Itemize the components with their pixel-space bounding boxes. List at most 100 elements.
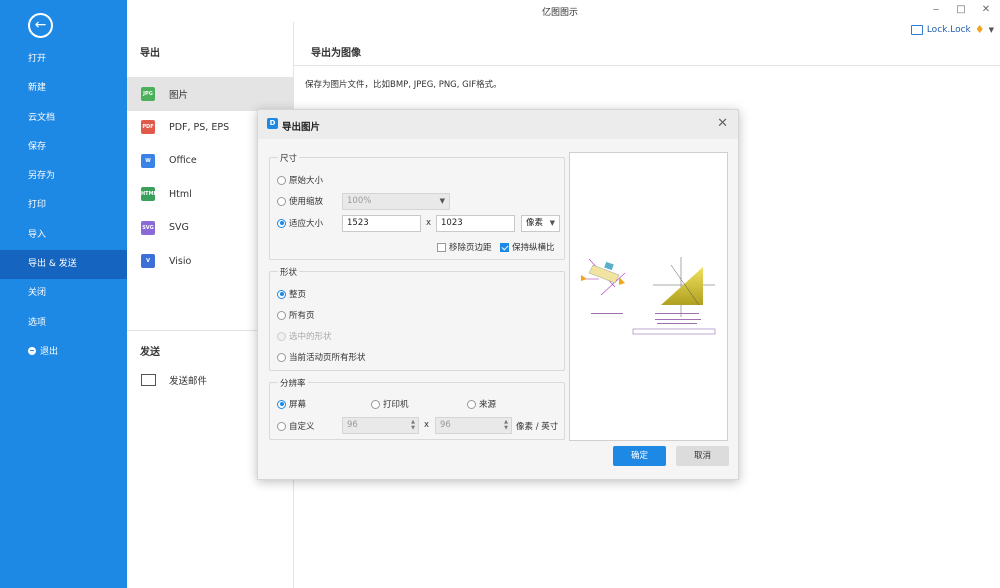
send-heading: 发送 — [140, 347, 160, 358]
dropdown-arrow-icon: ▼ — [549, 219, 555, 227]
sidebar-item-exit-label: 退出 — [40, 346, 59, 357]
selected-shapes-option: 选中的形状 — [277, 330, 332, 342]
sidebar-item-exit[interactable]: 退出 — [0, 338, 127, 367]
radio[interactable] — [277, 175, 286, 185]
checkbox[interactable] — [437, 242, 446, 252]
sidebar-nav: 打开 新建 云文档 保存 另存为 打印 导入 导出 & 发送 关闭 选项 退出 — [0, 45, 127, 367]
send-mail-item[interactable]: 发送邮件 — [141, 373, 207, 387]
diamond-icon: ♦ — [974, 23, 985, 36]
zoom-select[interactable]: 100% ▼ — [342, 193, 450, 210]
format-label: Office — [169, 155, 197, 167]
caret-down-icon[interactable]: ▼ — [989, 26, 994, 34]
cancel-button[interactable]: 取消 — [676, 446, 729, 466]
spinner-arrows-icon: ▲ ▼ — [411, 419, 415, 431]
jpg-file-icon: JPG — [141, 86, 155, 101]
sidebar-item-new[interactable]: 新建 — [0, 74, 127, 103]
current-page-shapes-option[interactable]: 当前活动页所有形状 — [277, 351, 366, 363]
shape-group-label: 形状 — [278, 266, 300, 278]
dpi-x-stepper[interactable]: 96 ▲ ▼ — [342, 417, 419, 434]
resolution-group: 分辨率 屏幕 打印机 来源 自定义 96 ▲ ▼ x 96 ▲ ▼ 像素 / 英寸 — [269, 377, 565, 440]
app-logo-icon: D — [267, 118, 278, 129]
radio-selected[interactable] — [277, 399, 286, 409]
unit-select[interactable]: 像素 ▼ — [521, 215, 560, 232]
sidebar-item-close[interactable]: 关闭 — [0, 279, 127, 308]
printer-option[interactable]: 打印机 — [371, 398, 409, 410]
format-label: SVG — [169, 222, 189, 234]
original-size-option[interactable]: 原始大小 — [277, 174, 323, 186]
notes-icon[interactable] — [910, 24, 923, 35]
sidebar-item-options[interactable]: 选项 — [0, 309, 127, 338]
arrow-left-icon: ← — [34, 17, 47, 33]
export-heading: 导出 — [140, 48, 160, 59]
app-title: 亿图图示 — [541, 8, 578, 18]
content-description: 保存为图片文件，比如BMP, JPEG, PNG, GIF格式。 — [305, 80, 502, 90]
title-bar: 亿图图示 ‒ □ ✕ — [127, 0, 1000, 22]
send-mail-label: 发送邮件 — [169, 376, 208, 387]
radio[interactable] — [371, 399, 380, 409]
use-zoom-label: 使用缩放 — [289, 197, 324, 207]
format-item-image[interactable]: JPG 图片 — [127, 77, 293, 111]
use-zoom-option[interactable]: 使用缩放 — [277, 195, 323, 207]
all-pages-option[interactable]: 所有页 — [277, 309, 315, 321]
radio-selected[interactable] — [277, 289, 286, 299]
all-pages-label: 所有页 — [289, 311, 315, 321]
height-input[interactable]: 1023 — [436, 215, 515, 232]
radio[interactable] — [277, 421, 286, 431]
backstage-sidebar: ← 打开 新建 云文档 保存 另存为 打印 导入 导出 & 发送 关闭 选项 退… — [0, 0, 127, 588]
spinner-arrows-icon: ▲ ▼ — [504, 419, 508, 431]
radio[interactable] — [467, 399, 476, 409]
screen-label: 屏幕 — [289, 400, 307, 410]
exit-icon — [28, 346, 36, 355]
custom-label: 自定义 — [289, 422, 315, 432]
fit-size-option[interactable]: 适应大小 — [277, 217, 323, 229]
radio-disabled — [277, 331, 286, 341]
width-input[interactable]: 1523 — [342, 215, 421, 232]
back-button[interactable]: ← — [28, 13, 53, 38]
maximize-button[interactable]: □ — [954, 3, 968, 17]
source-label: 来源 — [479, 400, 497, 410]
remove-margin-checkbox[interactable]: 移除页边距 — [437, 241, 492, 253]
word-file-icon: W — [141, 153, 155, 168]
custom-option[interactable]: 自定义 — [277, 420, 315, 432]
current-page-shapes-label: 当前活动页所有形状 — [289, 353, 366, 363]
whole-page-option[interactable]: 整页 — [277, 288, 306, 300]
content-title: 导出为图像 — [311, 48, 361, 59]
export-preview — [569, 152, 728, 441]
sidebar-item-save-as[interactable]: 另存为 — [0, 162, 127, 191]
original-size-label: 原始大小 — [289, 176, 324, 186]
screen-option[interactable]: 屏幕 — [277, 398, 306, 410]
radio[interactable] — [277, 352, 286, 362]
dpi-unit-label: 像素 / 英寸 — [516, 422, 559, 432]
sidebar-item-import[interactable]: 导入 — [0, 221, 127, 250]
user-name[interactable]: Lock.Lock — [927, 25, 971, 35]
printer-label: 打印机 — [383, 400, 409, 410]
resolution-group-label: 分辨率 — [278, 377, 308, 389]
size-group-label: 尺寸 — [278, 152, 300, 164]
radio-selected[interactable] — [277, 218, 286, 228]
sidebar-item-print[interactable]: 打印 — [0, 191, 127, 220]
sidebar-item-open[interactable]: 打开 — [0, 45, 127, 74]
export-image-dialog: D 导出图片 ✕ 尺寸 原始大小 使用缩放 100% ▼ 适应大小 1523 x … — [257, 109, 739, 480]
close-window-button[interactable]: ✕ — [979, 3, 993, 17]
divider — [294, 65, 1000, 66]
dropdown-arrow-icon: ▼ — [439, 197, 445, 205]
source-option[interactable]: 来源 — [467, 398, 496, 410]
shape-group: 形状 整页 所有页 选中的形状 当前活动页所有形状 — [269, 266, 565, 371]
times-sign: x — [424, 420, 430, 430]
sidebar-item-export-send[interactable]: 导出 & 发送 — [0, 250, 127, 280]
close-icon[interactable]: ✕ — [717, 116, 728, 131]
user-account[interactable]: Lock.Lock ♦ ▼ — [910, 23, 994, 36]
dialog-header: D 导出图片 ✕ — [258, 110, 738, 139]
ok-button[interactable]: 确定 — [613, 446, 666, 466]
dpi-y-stepper[interactable]: 96 ▲ ▼ — [435, 417, 512, 434]
radio[interactable] — [277, 196, 286, 206]
radio[interactable] — [277, 310, 286, 320]
sidebar-item-save[interactable]: 保存 — [0, 133, 127, 162]
checkbox-checked[interactable] — [500, 242, 509, 252]
keep-ratio-label: 保持纵横比 — [512, 243, 555, 253]
sidebar-item-cloud-docs[interactable]: 云文档 — [0, 104, 127, 133]
keep-ratio-checkbox[interactable]: 保持纵横比 — [500, 241, 555, 253]
dpi-y-value: 96 — [440, 420, 451, 430]
minimize-button[interactable]: ‒ — [929, 3, 943, 17]
dialog-title: 导出图片 — [282, 122, 321, 133]
